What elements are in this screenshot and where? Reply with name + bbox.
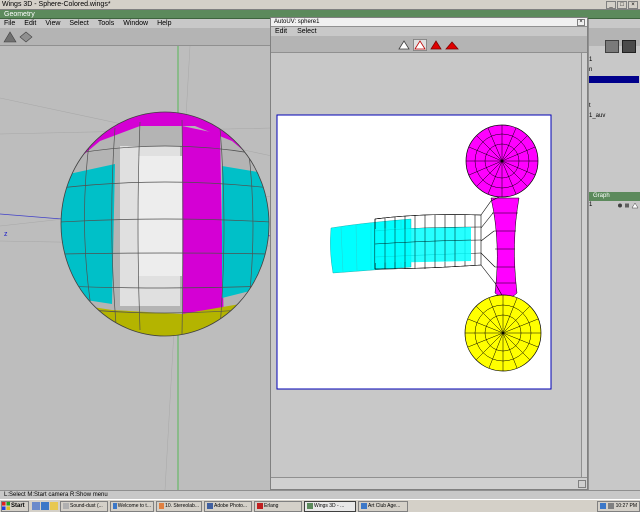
taskbar-item-active[interactable]: Wings 3D - ...: [304, 500, 356, 512]
eye-icon: [618, 203, 622, 208]
app-icon: [207, 503, 213, 509]
menu-view[interactable]: View: [41, 19, 65, 28]
outliner-panel: 1 n t 1_auv: [589, 54, 640, 194]
outliner-row[interactable]: 1_auv: [589, 112, 605, 120]
tray-network-icon[interactable]: [599, 503, 606, 509]
app-icon: [63, 503, 69, 509]
app-icon: [113, 503, 117, 509]
outliner-row[interactable]: n: [589, 66, 592, 74]
autouv-toolbar: [271, 36, 587, 53]
autouv-menu-select[interactable]: Select: [293, 27, 322, 36]
autouv-menu-edit[interactable]: Edit: [271, 27, 293, 36]
right-toolbar: [589, 28, 640, 53]
minimize-button[interactable]: _: [606, 1, 616, 9]
close-button[interactable]: ×: [628, 1, 638, 9]
desktop-icon[interactable]: [32, 502, 40, 510]
z-axis-label: z: [4, 231, 8, 238]
window-titlebar[interactable]: Wings 3D - Sphere-Colored.wings* _ □ ×: [0, 0, 640, 10]
uv-map: [276, 114, 552, 390]
browser-icon[interactable]: [41, 502, 49, 510]
menu-window[interactable]: Window: [119, 19, 153, 28]
start-button[interactable]: Start: [1, 500, 29, 512]
menu-edit[interactable]: Edit: [20, 19, 41, 28]
folder-icon[interactable]: [50, 502, 58, 510]
autouv-horizontal-scrollbar[interactable]: [271, 477, 587, 489]
window-title: Wings 3D - Sphere-Colored.wings*: [2, 1, 111, 8]
body-select-icon[interactable]: [445, 39, 459, 51]
autouv-vertical-scrollbar[interactable]: [581, 53, 587, 477]
menu-tools[interactable]: Tools: [94, 19, 119, 28]
taskbar-item[interactable]: Adobe Photo...: [204, 500, 252, 512]
sphere-render: z: [0, 46, 272, 490]
windows-logo-icon: [2, 502, 10, 510]
graph-panel: 1: [589, 201, 640, 299]
app-icon: [307, 503, 313, 509]
outliner-row[interactable]: t: [589, 102, 591, 110]
maximize-button[interactable]: □: [617, 1, 627, 9]
uv-editor-canvas[interactable]: [271, 53, 581, 477]
system-tray: 10:27 PM: [596, 500, 640, 512]
main-menubar: File Edit View Select Tools Window Help: [0, 19, 272, 28]
app-icon: [361, 503, 367, 509]
taskbar-item[interactable]: Erlang: [254, 500, 302, 512]
right-panel: 1 n t 1_auv Graph 1: [588, 19, 640, 490]
lock-icon: [625, 203, 629, 208]
edge-select-icon[interactable]: [413, 39, 427, 51]
face-select-icon[interactable]: [429, 39, 443, 51]
status-bar: L:Select M:Start camera R:Show menu: [0, 490, 640, 499]
wire-icon: [631, 202, 639, 209]
tray-volume-icon[interactable]: [607, 503, 614, 509]
ortho-view-icon[interactable]: [622, 40, 636, 53]
outliner-selected-row[interactable]: [589, 76, 639, 83]
outliner-row[interactable]: 1: [589, 56, 592, 64]
main-toolbar: [0, 28, 272, 46]
smooth-preview-icon[interactable]: [605, 40, 619, 53]
autouv-titlebar[interactable]: AutoUV: sphere1 ×: [271, 18, 587, 27]
taskbar-item[interactable]: Art Club Age...: [358, 500, 408, 512]
autouv-window[interactable]: AutoUV: sphere1 × Edit Select: [270, 17, 588, 490]
uv-yellow-disk: [464, 294, 542, 372]
graph-title: Graph: [593, 193, 610, 199]
taskbar-item[interactable]: 10. Stereolab...: [156, 500, 202, 512]
taskbar-item[interactable]: Sound-dust (...: [60, 500, 108, 512]
app-icon: [159, 503, 165, 509]
autouv-menubar: Edit Select: [271, 27, 587, 36]
3d-viewport[interactable]: z: [0, 46, 272, 490]
taskbar-item[interactable]: Welcome to t...: [110, 500, 154, 512]
vertex-mode-icon[interactable]: [3, 31, 17, 43]
graph-row-icons[interactable]: [617, 202, 639, 209]
geometry-title: Geometry: [4, 11, 35, 18]
graph-row[interactable]: 1: [589, 202, 592, 208]
graph-header: Graph: [589, 192, 640, 201]
uv-magenta-disk: [465, 124, 539, 198]
vertex-select-icon[interactable]: [397, 39, 411, 51]
start-label: Start: [11, 503, 25, 509]
autouv-title: AutoUV: sphere1: [274, 19, 320, 25]
menu-help[interactable]: Help: [153, 19, 176, 28]
edge-mode-icon[interactable]: [19, 31, 33, 43]
menu-file[interactable]: File: [0, 19, 20, 28]
resize-grip-icon[interactable]: [578, 480, 586, 488]
autouv-close-button[interactable]: ×: [577, 19, 585, 26]
app-icon: [257, 503, 263, 509]
quick-launch: [32, 502, 58, 510]
clock[interactable]: 10:27 PM: [616, 503, 637, 509]
windows-taskbar: Start Sound-dust (... Welcome to t... 10…: [0, 499, 640, 512]
menu-select[interactable]: Select: [65, 19, 93, 28]
